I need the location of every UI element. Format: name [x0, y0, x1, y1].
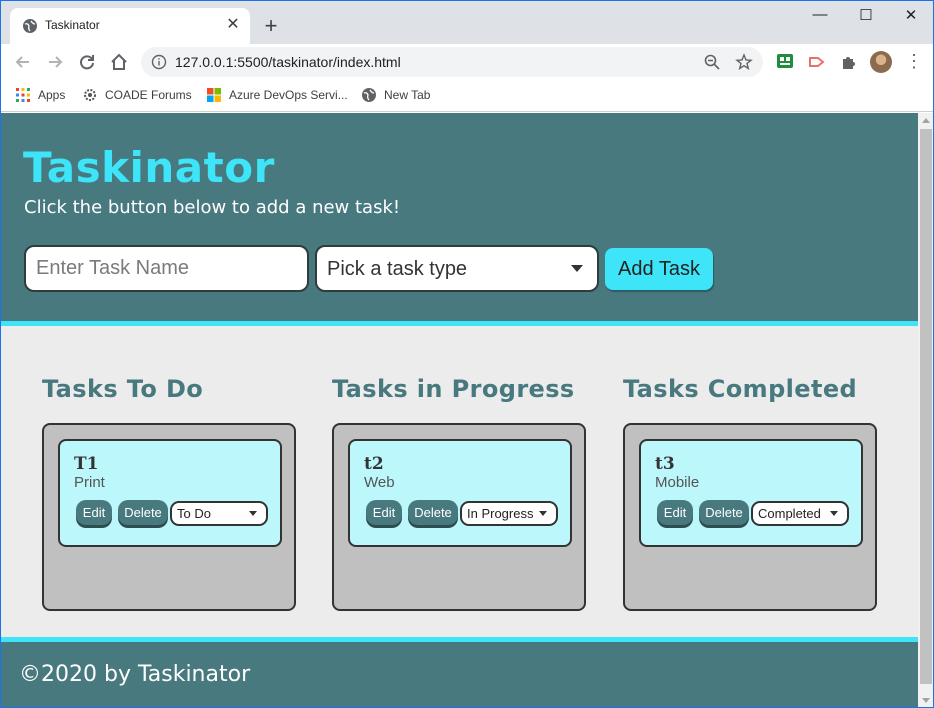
browser-tab[interactable]: Taskinator ✕ [10, 8, 250, 44]
reload-icon[interactable] [76, 51, 98, 73]
page-title: Taskinator [23, 143, 275, 192]
chevron-down-icon [539, 511, 547, 516]
tab-close-icon[interactable]: ✕ [224, 16, 242, 34]
task-type-selected: Pick a task type [327, 258, 468, 280]
browser-menu-icon[interactable]: ⋮ [905, 50, 923, 72]
close-window-button[interactable]: ✕ [899, 6, 923, 26]
bookmark-azure-devops[interactable]: Azure DevOps Servi... [206, 85, 348, 105]
bookmark-star-icon[interactable] [735, 53, 753, 71]
task-name: t2 [364, 454, 384, 474]
delete-button[interactable]: Delete [118, 500, 168, 525]
home-icon[interactable] [108, 51, 130, 73]
task-card: T1 Print Edit Delete To Do [58, 439, 282, 547]
edit-button[interactable]: Edit [366, 500, 402, 525]
new-tab-button[interactable]: + [260, 15, 282, 38]
column-title-completed: Tasks Completed [623, 375, 858, 403]
minimize-button[interactable]: — [808, 6, 832, 26]
edit-button[interactable]: Edit [657, 500, 693, 525]
status-selected: Completed [758, 506, 821, 521]
bookmark-coade-forums[interactable]: COADE Forums [82, 85, 192, 105]
apps-grid-icon [16, 88, 30, 102]
page-footer: ©2020 by Taskinator [0, 637, 918, 708]
extension-share-icon[interactable] [807, 52, 827, 72]
bookmark-label: Apps [38, 88, 66, 102]
bookmark-label: Azure DevOps Servi... [229, 88, 348, 102]
scroll-down-icon[interactable] [922, 698, 930, 703]
bookmarks-bar: Apps COADE Forums Azure DevOps Servi... … [0, 80, 934, 112]
task-card: t3 Mobile Edit Delete Completed [639, 439, 863, 547]
back-icon[interactable] [12, 51, 34, 73]
browser-toolbar: 127.0.0.1:5500/taskinator/index.html ⋮ [0, 44, 934, 80]
task-name: T1 [74, 454, 99, 474]
page-subtitle: Click the button below to add a new task… [24, 197, 401, 218]
task-name: t3 [655, 454, 675, 474]
edit-button[interactable]: Edit [76, 500, 112, 525]
page-header: Taskinator Click the button below to add… [0, 113, 918, 326]
extensions-puzzle-icon[interactable] [839, 52, 859, 72]
scroll-up-icon[interactable] [922, 118, 930, 123]
column-title-in-progress: Tasks in Progress [332, 375, 575, 403]
column-completed: t3 Mobile Edit Delete Completed [623, 423, 877, 611]
tab-strip: Taskinator ✕ + — ☐ ✕ [0, 0, 934, 44]
chevron-down-icon [571, 265, 583, 272]
status-selected: In Progress [467, 506, 534, 521]
task-type-select[interactable]: Pick a task type [315, 245, 599, 292]
bookmark-label: COADE Forums [105, 88, 192, 102]
delete-button[interactable]: Delete [408, 500, 458, 525]
scroll-thumb[interactable] [920, 129, 932, 684]
task-type: Print [74, 474, 105, 491]
url-text: 127.0.0.1:5500/taskinator/index.html [175, 54, 401, 70]
status-selected: To Do [177, 506, 211, 521]
bookmark-new-tab[interactable]: New Tab [361, 85, 430, 105]
column-title-todo: Tasks To Do [42, 375, 204, 403]
address-bar[interactable]: 127.0.0.1:5500/taskinator/index.html [141, 47, 763, 77]
status-select[interactable]: Completed [751, 501, 849, 526]
status-select[interactable]: In Progress [460, 501, 558, 526]
maximize-button[interactable]: ☐ [854, 6, 878, 26]
chevron-down-icon [249, 511, 257, 516]
task-name-input[interactable] [24, 245, 309, 292]
column-in-progress: t2 Web Edit Delete In Progress [332, 423, 586, 611]
add-task-button[interactable]: Add Task [605, 248, 713, 290]
task-type: Web [364, 474, 395, 491]
globe-icon [23, 19, 37, 33]
column-todo: T1 Print Edit Delete To Do [42, 423, 296, 611]
bookmark-apps[interactable]: Apps [15, 85, 65, 105]
tab-title: Taskinator [45, 18, 100, 32]
chevron-down-icon [830, 511, 838, 516]
footer-text: ©2020 by Taskinator [19, 662, 251, 687]
status-select[interactable]: To Do [170, 501, 268, 526]
delete-button[interactable]: Delete [699, 500, 749, 525]
gear-icon [84, 89, 96, 101]
site-info-icon[interactable] [151, 54, 167, 70]
forward-icon[interactable] [44, 51, 66, 73]
profile-avatar[interactable] [870, 51, 892, 73]
page-scrollbar[interactable] [918, 113, 934, 708]
zoom-out-icon[interactable] [703, 53, 721, 71]
globe-icon [362, 88, 376, 102]
task-type: Mobile [655, 474, 700, 491]
bookmark-label: New Tab [384, 88, 431, 102]
task-card: t2 Web Edit Delete In Progress [348, 439, 572, 547]
extension-green-icon[interactable] [775, 52, 795, 72]
microsoft-logo-icon [207, 88, 221, 102]
page-viewport: Taskinator Click the button below to add… [0, 113, 918, 708]
